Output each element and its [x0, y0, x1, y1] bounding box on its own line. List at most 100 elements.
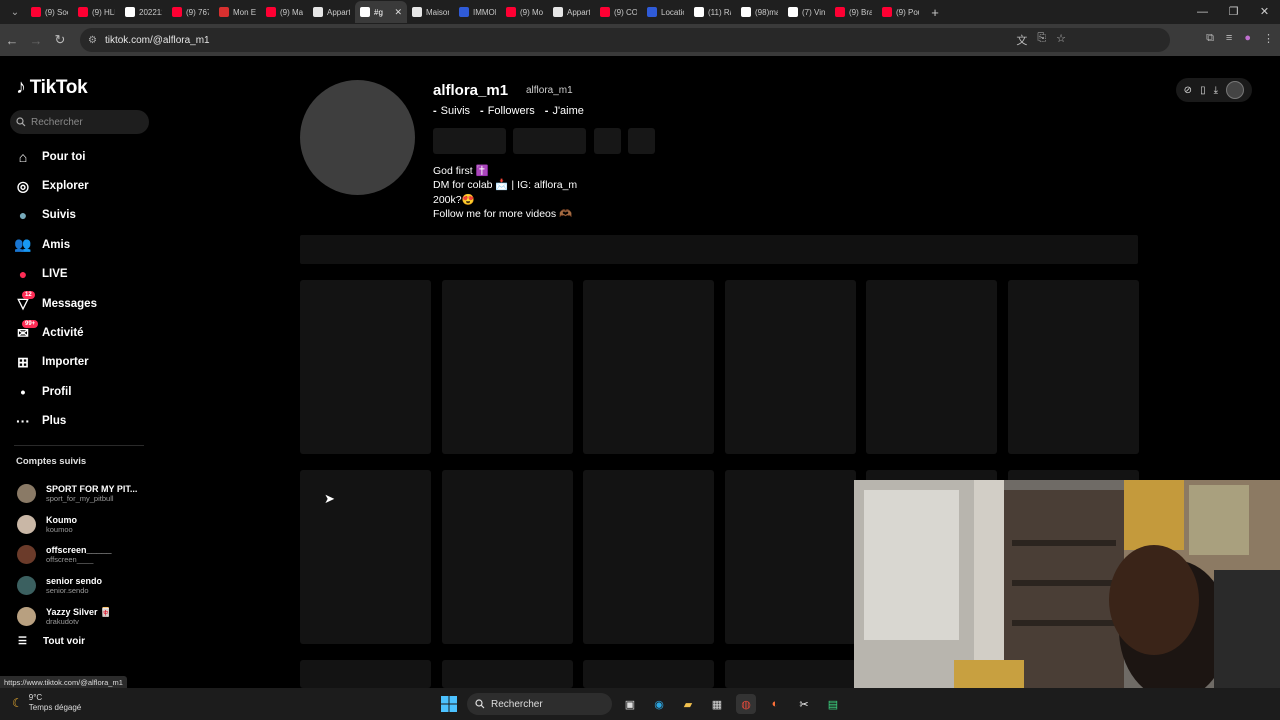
top-actions: ⊘ ▯ ⤓: [1175, 78, 1252, 102]
close-window-button[interactable]: ✕: [1249, 0, 1280, 24]
video-thumbnail-placeholder[interactable]: [583, 470, 714, 644]
browser-tab[interactable]: (9) HLM: [73, 1, 120, 23]
nav-item-plus[interactable]: ··· Plus: [14, 407, 97, 436]
browser-tab[interactable]: Apparte: [308, 1, 355, 23]
video-thumbnail-placeholder[interactable]: [441, 470, 573, 644]
following-account[interactable]: Yazzy Silver 🀄 drakudotv: [17, 601, 137, 632]
coins-icon[interactable]: ⊘: [1184, 85, 1192, 96]
download-icon[interactable]: ⤓: [1214, 85, 1218, 96]
nav-item-activit[interactable]: ✉ 99+ Activité: [14, 318, 97, 347]
browser-tab[interactable]: 202212: [120, 1, 167, 23]
nav-item-pourtoi[interactable]: ⌂ Pour toi: [14, 142, 97, 171]
browser-tab[interactable]: (9) Ma: [261, 1, 308, 23]
device-icon[interactable]: ▯: [1200, 85, 1206, 96]
browser-tab[interactable]: (7) Vin: [783, 1, 830, 23]
file-explorer-icon[interactable]: ▰: [678, 694, 698, 714]
nav-item-explorer[interactable]: ◎ Explorer: [14, 171, 97, 200]
windows-start-icon[interactable]: [441, 696, 457, 712]
nav-item-label: Suivis: [42, 209, 76, 222]
media-control-icon[interactable]: ≡: [1226, 32, 1232, 45]
restore-button[interactable]: ❐: [1218, 0, 1249, 24]
video-thumbnail-placeholder[interactable]: [724, 470, 856, 644]
browser-tab[interactable]: Mon Ex: [214, 1, 261, 23]
bookmark-star-icon[interactable]: ☆: [1056, 32, 1066, 48]
more-button-placeholder[interactable]: [628, 128, 655, 154]
account-id: drakudotv: [46, 617, 79, 627]
translate-icon[interactable]: 文: [1016, 32, 1027, 48]
browser-tab[interactable]: (9) Soci: [26, 1, 73, 23]
video-thumbnail-placeholder[interactable]: [583, 660, 714, 688]
browser-tab[interactable]: #g ✕: [355, 1, 407, 23]
task-view-icon[interactable]: ▣: [620, 694, 640, 714]
nav-item-importer[interactable]: ⊞ Importer: [14, 348, 97, 377]
follow-button-placeholder[interactable]: [433, 128, 506, 154]
browser-tab[interactable]: (9) Mo: [501, 1, 548, 23]
video-thumbnail-placeholder[interactable]: [583, 280, 714, 454]
tab-favicon-icon: [172, 7, 182, 17]
nav-item-amis[interactable]: 👥 Amis: [14, 230, 97, 259]
video-thumbnail-placeholder[interactable]: [441, 280, 573, 454]
nav-item-suivis[interactable]: ● Suivis: [14, 201, 97, 230]
message-button-placeholder[interactable]: [513, 128, 586, 154]
taskbar-apps: ▣ ◉ ▰ ▦ ◍ ◐ ✂ ▤: [620, 694, 843, 714]
video-thumbnail-placeholder[interactable]: [441, 660, 573, 688]
capcut-icon[interactable]: ✂: [794, 694, 814, 714]
video-thumbnail-placeholder[interactable]: [1007, 280, 1139, 454]
search-input[interactable]: Rechercher: [10, 110, 149, 134]
install-app-icon[interactable]: ⎘: [1037, 32, 1046, 48]
back-icon[interactable]: ←: [0, 33, 24, 48]
tiktok-logo[interactable]: ♪ TikTok: [16, 76, 88, 99]
nav-item-profil[interactable]: • Profil: [14, 377, 97, 406]
browser-profile-icon[interactable]: ●: [1244, 32, 1251, 45]
see-all-button[interactable]: ☰ Tout voir: [18, 636, 85, 647]
share-button-placeholder[interactable]: [594, 128, 621, 154]
profile-stat: - Followers: [480, 105, 535, 117]
tab-search-dropdown[interactable]: ⌄: [4, 2, 26, 22]
weather-widget[interactable]: ☾ 9°C Temps dégagé: [12, 693, 81, 713]
account-id: koumoo: [46, 524, 73, 534]
browser-tab[interactable]: (98)ma: [736, 1, 783, 23]
mouse-cursor-icon: ➤: [324, 491, 335, 506]
browser-tab[interactable]: Apparte: [548, 1, 595, 23]
minimize-button[interactable]: —: [1187, 0, 1218, 24]
tab-favicon-icon: [647, 7, 657, 17]
browser-tab[interactable]: (9) Pou: [877, 1, 924, 23]
close-tab-icon[interactable]: ✕: [394, 7, 402, 18]
video-thumbnail-placeholder[interactable]: [724, 660, 856, 688]
account-name: Koumo: [46, 514, 77, 525]
store-icon[interactable]: ▦: [707, 694, 727, 714]
browser-tab[interactable]: Locatio: [642, 1, 689, 23]
video-thumbnail-placeholder[interactable]: [866, 280, 997, 454]
reload-icon[interactable]: ↻: [48, 32, 72, 48]
browser-tab[interactable]: (11) Ra: [689, 1, 736, 23]
taskbar-search[interactable]: Rechercher: [467, 693, 612, 715]
browser-menu-icon[interactable]: ⋮: [1263, 32, 1274, 45]
edge-icon[interactable]: ◉: [649, 694, 669, 714]
site-info-icon[interactable]: ⚙: [88, 35, 97, 46]
new-tab-button[interactable]: +: [924, 5, 946, 20]
following-account[interactable]: offscreen_____ offscreen____: [17, 540, 137, 571]
following-account[interactable]: SPORT FOR MY PIT... sport_for_my_pitbull: [17, 478, 137, 509]
video-thumbnail-placeholder[interactable]: [300, 280, 431, 454]
browser-tab[interactable]: Maison: [407, 1, 454, 23]
firefox-icon[interactable]: ◐: [765, 694, 785, 714]
browser-tab[interactable]: (9) Bra: [830, 1, 877, 23]
chrome-icon[interactable]: ◍: [736, 694, 756, 714]
extensions-icon[interactable]: ⧉: [1206, 32, 1214, 45]
following-account[interactable]: senior sendo senior.sendo: [17, 570, 137, 601]
nav-item-live[interactable]: ● LIVE: [14, 260, 97, 289]
video-thumbnail-placeholder[interactable]: [300, 470, 431, 644]
user-avatar[interactable]: [1226, 81, 1244, 99]
forward-icon[interactable]: →: [24, 33, 48, 48]
tab-title: 202212: [139, 7, 162, 17]
nav-item-label: Messages: [42, 297, 97, 310]
following-account[interactable]: Koumo koumoo: [17, 509, 137, 540]
browser-tab[interactable]: IMMOB: [454, 1, 501, 23]
address-bar[interactable]: ⚙ tiktok.com/@alflora_m1 文 ⎘ ☆: [80, 28, 1170, 52]
browser-tab[interactable]: (9) CO: [595, 1, 642, 23]
nav-item-messages[interactable]: ▽ 12 Messages: [14, 289, 97, 318]
browser-tab[interactable]: (9) 767: [167, 1, 214, 23]
video-thumbnail-placeholder[interactable]: [300, 660, 431, 688]
android-app-icon[interactable]: ▤: [823, 694, 843, 714]
video-thumbnail-placeholder[interactable]: [724, 280, 856, 454]
